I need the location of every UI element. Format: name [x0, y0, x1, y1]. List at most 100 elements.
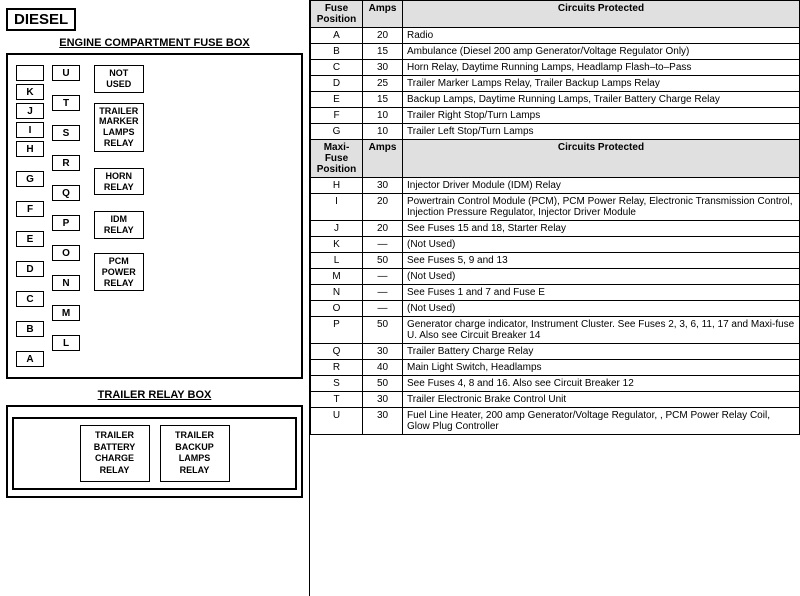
maxi-fuse-pos: R	[311, 360, 363, 376]
fuse-pos: D	[311, 76, 363, 92]
fuse-amps: 30	[363, 60, 403, 76]
maxi-fuse-amps: 50	[363, 253, 403, 269]
fuse-N: N	[52, 275, 80, 291]
maxi-fuse-amps: 50	[363, 376, 403, 392]
fuse-J: J	[16, 103, 44, 119]
maxi-fuse-pos: K	[311, 237, 363, 253]
fuse-amps: 15	[363, 44, 403, 60]
maxi-table-row: P 50 Generator charge indicator, Instrum…	[311, 317, 800, 344]
table-row: B 15 Ambulance (Diesel 200 amp Generator…	[311, 44, 800, 60]
fuse-D: D	[16, 261, 44, 277]
fuse-circuits: Horn Relay, Daytime Running Lamps, Headl…	[403, 60, 800, 76]
table-row: D 25 Trailer Marker Lamps Relay, Trailer…	[311, 76, 800, 92]
maxi-fuse-amps: 40	[363, 360, 403, 376]
maxi-table-row: S 50 See Fuses 4, 8 and 16. Also see Cir…	[311, 376, 800, 392]
maxi-fuse-pos: S	[311, 376, 363, 392]
fuse-circuits: Trailer Marker Lamps Relay, Trailer Back…	[403, 76, 800, 92]
maxi-fuse-circuits: See Fuses 15 and 18, Starter Relay	[403, 221, 800, 237]
trailer-battery-relay: TRAILER BATTERY CHARGE RELAY	[80, 425, 150, 482]
maxi-fuse-amps: —	[363, 301, 403, 317]
trailer-marker-label: TRAILER MARKER LAMPS RELAY	[94, 103, 144, 152]
left-fuse-column: K J I H G F E D C B A	[16, 65, 44, 367]
maxi-fuse-amps: —	[363, 237, 403, 253]
maxi-fuse-pos: H	[311, 178, 363, 194]
maxi-fuse-amps: 30	[363, 392, 403, 408]
maxi-table-row: R 40 Main Light Switch, Headlamps	[311, 360, 800, 376]
header-amps: Amps	[363, 1, 403, 28]
fuse-O: O	[52, 245, 80, 261]
fuse-circuits: Trailer Left Stop/Turn Lamps	[403, 124, 800, 140]
idm-relay-label: IDM RELAY	[94, 211, 144, 239]
fuse-amps: 20	[363, 28, 403, 44]
fuse-pos: B	[311, 44, 363, 60]
maxi-fuse-pos: P	[311, 317, 363, 344]
header-fuse-position: FusePosition	[311, 1, 363, 28]
fuse-S: S	[52, 125, 80, 141]
maxi-fuse-header-circuits: Circuits Protected	[403, 140, 800, 178]
engine-fuse-box: K J I H G F E D C B A U	[6, 53, 303, 379]
maxi-table-row: I 20 Powertrain Control Module (PCM), PC…	[311, 194, 800, 221]
fuse-Q: Q	[52, 185, 80, 201]
diesel-title: DIESEL	[6, 8, 76, 31]
fuse-circuits: Ambulance (Diesel 200 amp Generator/Volt…	[403, 44, 800, 60]
maxi-fuse-amps: 50	[363, 317, 403, 344]
fuse-circuits: Backup Lamps, Daytime Running Lamps, Tra…	[403, 92, 800, 108]
left-panel: DIESEL ENGINE COMPARTMENT FUSE BOX K J I…	[0, 0, 310, 596]
fuse-amps: 15	[363, 92, 403, 108]
maxi-fuse-circuits: Main Light Switch, Headlamps	[403, 360, 800, 376]
fuse-pos: A	[311, 28, 363, 44]
fuse-G: G	[16, 171, 44, 187]
maxi-fuse-amps: 30	[363, 344, 403, 360]
maxi-fuse-amps: 20	[363, 194, 403, 221]
maxi-fuse-amps: 30	[363, 178, 403, 194]
fuse-M: M	[52, 305, 80, 321]
maxi-fuse-header-amps: Amps	[363, 140, 403, 178]
maxi-fuse-pos: L	[311, 253, 363, 269]
maxi-fuse-pos: M	[311, 269, 363, 285]
maxi-fuse-amps: —	[363, 285, 403, 301]
maxi-fuse-circuits: Generator charge indicator, Instrument C…	[403, 317, 800, 344]
maxi-table-row: O — (Not Used)	[311, 301, 800, 317]
maxi-table-row: N — See Fuses 1 and 7 and Fuse E	[311, 285, 800, 301]
table-row: F 10 Trailer Right Stop/Turn Lamps	[311, 108, 800, 124]
maxi-fuse-pos: O	[311, 301, 363, 317]
maxi-table-row: U 30 Fuel Line Heater, 200 amp Generator…	[311, 408, 800, 435]
fuse-empty-top	[16, 65, 44, 81]
fuse-circuits: Trailer Right Stop/Turn Lamps	[403, 108, 800, 124]
table-row: E 15 Backup Lamps, Daytime Running Lamps…	[311, 92, 800, 108]
fuse-E: E	[16, 231, 44, 247]
fuse-H: H	[16, 141, 44, 157]
trailer-relay-title: TRAILER RELAY BOX	[6, 389, 303, 401]
maxi-fuse-circuits: Trailer Battery Charge Relay	[403, 344, 800, 360]
maxi-fuse-circuits: Powertrain Control Module (PCM), PCM Pow…	[403, 194, 800, 221]
pcm-power-label: PCM POWER RELAY	[94, 253, 144, 291]
fuse-layout: K J I H G F E D C B A U	[12, 61, 297, 371]
maxi-fuse-amps: 20	[363, 221, 403, 237]
table-row: G 10 Trailer Left Stop/Turn Lamps	[311, 124, 800, 140]
trailer-relay-box: TRAILER BATTERY CHARGE RELAY TRAILER BAC…	[6, 405, 303, 498]
maxi-table-row: Q 30 Trailer Battery Charge Relay	[311, 344, 800, 360]
header-circuits: Circuits Protected	[403, 1, 800, 28]
not-used-label: NOT USED	[94, 65, 144, 93]
relay-labels: NOT USED TRAILER MARKER LAMPS RELAY HORN…	[94, 65, 144, 291]
fuse-circuits: Radio	[403, 28, 800, 44]
maxi-fuse-amps: —	[363, 269, 403, 285]
trailer-backup-relay: TRAILER BACKUP LAMPS RELAY	[160, 425, 230, 482]
maxi-table-row: L 50 See Fuses 5, 9 and 13	[311, 253, 800, 269]
fuse-I: I	[16, 122, 44, 138]
engine-box-title: ENGINE COMPARTMENT FUSE BOX	[6, 37, 303, 49]
maxi-fuse-header-pos: Maxi-FusePosition	[311, 140, 363, 178]
maxi-fuse-circuits: Injector Driver Module (IDM) Relay	[403, 178, 800, 194]
fuse-table: FusePosition Amps Circuits Protected A 2…	[310, 0, 800, 435]
fuse-B: B	[16, 321, 44, 337]
fuse-pos: C	[311, 60, 363, 76]
fuse-pos: F	[311, 108, 363, 124]
fuse-U: U	[52, 65, 80, 81]
maxi-fuse-amps: 30	[363, 408, 403, 435]
maxi-fuse-pos: Q	[311, 344, 363, 360]
fuse-amps: 25	[363, 76, 403, 92]
table-row: C 30 Horn Relay, Daytime Running Lamps, …	[311, 60, 800, 76]
right-fuse-column: U T S R Q P O N M L	[52, 65, 80, 351]
fuse-pos: E	[311, 92, 363, 108]
maxi-table-row: J 20 See Fuses 15 and 18, Starter Relay	[311, 221, 800, 237]
